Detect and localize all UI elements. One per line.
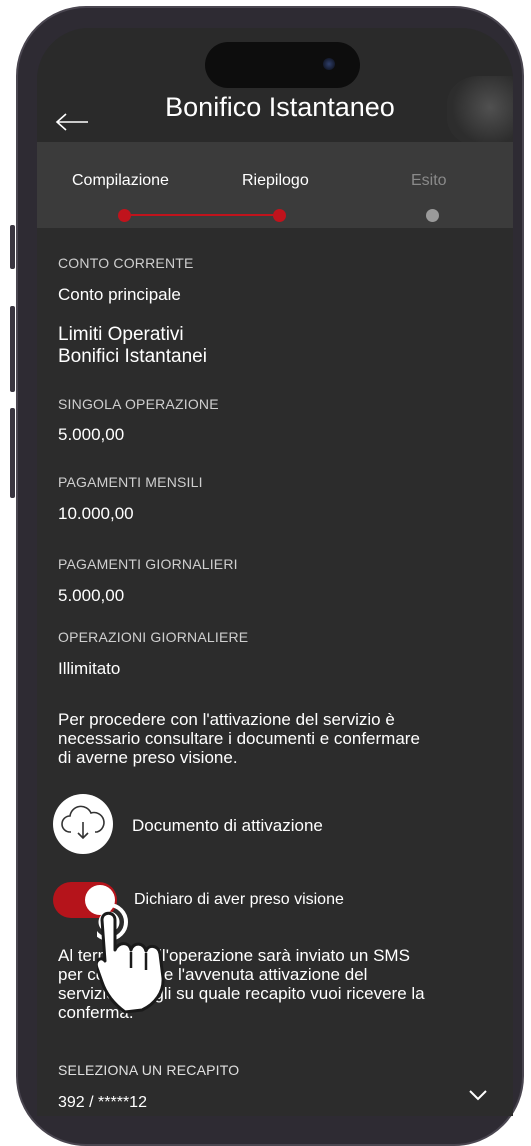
phone-side-button xyxy=(10,225,15,269)
page-title: Bonifico Istantaneo xyxy=(165,92,395,122)
limit-value: 5.000,00 xyxy=(58,425,125,444)
phone-side-button xyxy=(10,306,15,392)
step-dot-current xyxy=(273,209,286,222)
summary-content: CONTO CORRENTE Conto principale Limiti O… xyxy=(37,228,513,1116)
step-compilazione: Compilazione xyxy=(72,172,169,189)
app-screen: Bonifico Istantaneo Compilazione Riepilo… xyxy=(37,28,513,1116)
contact-select-label: SELEZIONA UN RECAPITO xyxy=(58,1062,240,1078)
limit-label: PAGAMENTI MENSILI xyxy=(58,474,203,490)
camera-icon xyxy=(323,58,335,70)
document-link[interactable]: Documento di attivazione xyxy=(132,816,323,836)
limit-value: 5.000,00 xyxy=(58,586,125,605)
limit-label: SINGOLA OPERAZIONE xyxy=(58,396,219,412)
notice-line: di averne preso visione. xyxy=(58,748,238,767)
account-label: CONTO CORRENTE xyxy=(58,255,194,271)
step-riepilogo: Riepilogo xyxy=(242,172,309,189)
activation-notice: Per procedere con l'attivazione del serv… xyxy=(58,710,498,767)
limit-value: Illimitato xyxy=(58,659,121,678)
step-esito: Esito xyxy=(411,172,447,189)
notice-line: Per procedere con l'attivazione del serv… xyxy=(58,710,395,729)
phone-side-button xyxy=(10,408,15,498)
account-value: Conto principale xyxy=(58,285,181,304)
step-dot-pending xyxy=(426,209,439,222)
step-dot-completed xyxy=(118,209,131,222)
document-download-button[interactable] xyxy=(53,794,113,854)
dynamic-island xyxy=(205,42,360,88)
limits-title-line: Limiti Operativi xyxy=(58,324,184,345)
limit-label: OPERAZIONI GIORNALIERE xyxy=(58,629,249,645)
cloud-download-icon xyxy=(61,805,105,840)
progress-steps: Compilazione Riepilogo Esito xyxy=(37,142,513,228)
progress-track xyxy=(124,214,281,216)
limits-title: Limiti Operativi Bonifici Istantanei xyxy=(58,324,207,368)
limit-label: PAGAMENTI GIORNALIERI xyxy=(58,556,238,572)
limits-title-line: Bonifici Istantanei xyxy=(58,346,207,367)
limit-value: 10.000,00 xyxy=(58,504,134,523)
notice-line: necessario consultare i documenti e conf… xyxy=(58,729,420,748)
chevron-down-icon[interactable] xyxy=(467,1088,489,1107)
app-header: Bonifico Istantaneo xyxy=(37,28,513,146)
tap-hand-icon xyxy=(90,898,197,1023)
contact-select[interactable]: 392 / *****12 xyxy=(58,1094,147,1112)
